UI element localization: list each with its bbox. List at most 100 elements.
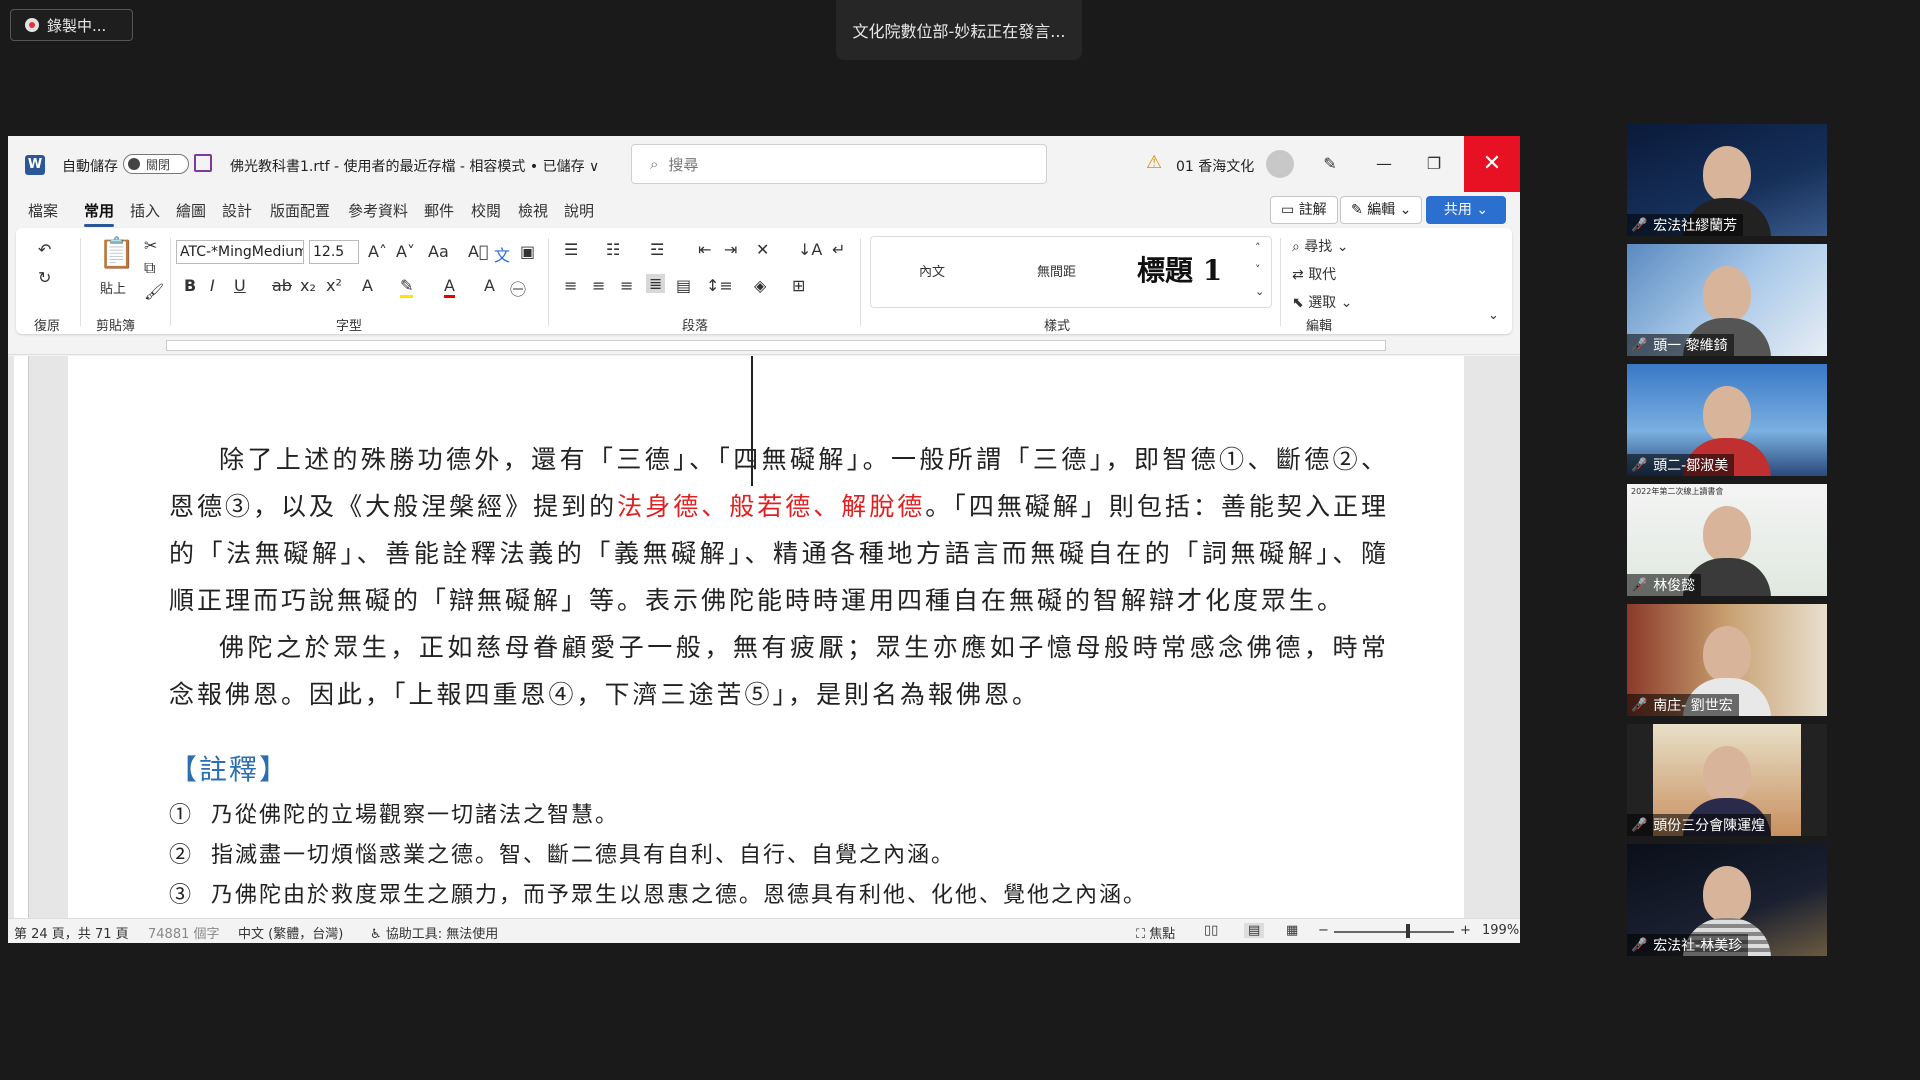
redo-icon[interactable]: ↻ — [38, 268, 51, 287]
justify-icon[interactable]: ≣ — [646, 274, 666, 293]
bullets-icon[interactable]: ☰ — [564, 240, 578, 259]
align-center-icon[interactable]: ≡ — [592, 276, 605, 295]
highlight-icon[interactable]: ✎ — [400, 276, 414, 298]
body-text[interactable]: 除了上述的殊勝功德外，還有「三德」、「四無礙解」。一般所謂「三德」，即智德①、斷… — [169, 436, 1389, 718]
designer-icon[interactable]: ✎ — [1310, 146, 1350, 182]
notes-heading[interactable]: 【註釋】 — [169, 748, 289, 788]
zoom-slider-handle[interactable] — [1406, 924, 1410, 938]
distributed-icon[interactable]: ▤ — [676, 276, 691, 295]
language-indicator[interactable]: 中文 (繁體，台灣) — [238, 923, 343, 942]
bold-icon[interactable]: B — [184, 276, 196, 295]
recording-indicator[interactable]: 錄製中... — [10, 9, 133, 41]
font-color-icon[interactable]: A — [444, 276, 455, 298]
collapse-ribbon-icon[interactable]: ⌄ — [1488, 308, 1499, 323]
tab-insert[interactable]: 插入 — [130, 200, 160, 221]
note-item[interactable]: ① 乃從佛陀的立場觀察一切諸法之智慧。 — [169, 796, 1147, 836]
restore-icon[interactable]: ❐ — [1414, 146, 1454, 182]
tab-file[interactable]: 檔案 — [28, 200, 58, 221]
subscript-icon[interactable]: x₂ — [300, 276, 316, 295]
accessibility-status[interactable]: ♿ 協助工具: 無法使用 — [370, 923, 498, 942]
participant-tile[interactable]: 🎤̸ 南庄- 劉世宏 — [1627, 604, 1827, 716]
replace-button[interactable]: ⇄ 取代 — [1292, 264, 1336, 284]
change-case-icon[interactable]: Aa — [428, 242, 449, 261]
show-marks-icon[interactable]: ↵ — [832, 240, 845, 259]
style-no-spacing[interactable]: 無間距 — [1037, 261, 1076, 280]
focus-mode-button[interactable]: ⛶ 焦點 — [1136, 923, 1175, 942]
text-effects-icon[interactable]: A — [362, 276, 373, 295]
format-painter-icon[interactable]: 🖌 — [144, 282, 164, 301]
character-shading-icon[interactable]: A — [484, 276, 495, 295]
avatar[interactable] — [1266, 150, 1294, 178]
tab-references[interactable]: 參考資料 — [348, 200, 408, 221]
align-right-icon[interactable]: ≡ — [620, 276, 633, 295]
superscript-icon[interactable]: x² — [326, 276, 342, 295]
grow-font-icon[interactable]: A˄ — [368, 242, 387, 261]
participant-tile[interactable]: 🎤̸ 宏法社繆蘭芳 — [1627, 124, 1827, 236]
chevron-up-icon[interactable]: ˄ — [1255, 241, 1261, 254]
borders-icon[interactable]: ⊞ — [792, 276, 805, 295]
comments-button[interactable]: ▭ 註解 — [1270, 196, 1338, 224]
account-name[interactable]: 01 香海文化 — [1176, 156, 1254, 176]
paste-icon[interactable]: 📋 — [98, 236, 135, 271]
increase-indent-icon[interactable]: ⇥ — [724, 240, 737, 259]
vertical-ruler[interactable] — [14, 356, 29, 918]
document-page[interactable]: 除了上述的殊勝功德外，還有「三德」、「四無礙解」。一般所謂「三德」，即智德①、斷… — [68, 356, 1464, 918]
tab-layout[interactable]: 版面配置 — [270, 200, 330, 221]
shading-icon[interactable]: ◈ — [754, 276, 766, 295]
autosave-toggle[interactable]: 關閉 — [123, 154, 189, 174]
decrease-indent-icon[interactable]: ⇤ — [698, 240, 711, 259]
italic-icon[interactable]: I — [210, 276, 215, 295]
read-mode-icon[interactable]: ▯▯ — [1204, 923, 1218, 938]
zoom-slider[interactable] — [1334, 931, 1454, 933]
print-layout-icon[interactable]: ▤ — [1244, 923, 1265, 938]
line-spacing-icon[interactable]: ↕≡ — [706, 276, 733, 295]
cut-icon[interactable]: ✂ — [144, 236, 157, 255]
participant-tile[interactable]: 🎤̸ 宏法社-林美珍 — [1627, 844, 1827, 956]
paragraph-2[interactable]: 佛陀之於眾生，正如慈母眷顧愛子一般，無有疲厭；眾生亦應如子憶母般時常感念佛德，時… — [169, 624, 1389, 718]
tab-design[interactable]: 設計 — [222, 200, 252, 221]
align-left-icon[interactable]: ≡ — [564, 276, 577, 295]
word-count[interactable]: 74881 個字 — [148, 923, 220, 942]
tab-review[interactable]: 校閱 — [471, 200, 501, 221]
underline-icon[interactable]: U — [234, 276, 246, 295]
numbering-icon[interactable]: ☷ — [606, 240, 620, 259]
copy-icon[interactable]: ⧉ — [144, 258, 155, 278]
document-area[interactable]: 除了上述的殊勝功德外，還有「三德」、「四無礙解」。一般所謂「三德」，即智德①、斷… — [8, 356, 1520, 918]
tab-view[interactable]: 檢視 — [518, 200, 548, 221]
paragraph-1[interactable]: 除了上述的殊勝功德外，還有「三德」、「四無礙解」。一般所謂「三德」，即智德①、斷… — [169, 436, 1389, 624]
tab-home[interactable]: 常用 — [84, 200, 115, 227]
zoom-in-icon[interactable]: + — [1460, 923, 1471, 938]
zoom-out-icon[interactable]: − — [1318, 923, 1329, 938]
sort-icon[interactable]: ↓A — [798, 240, 822, 259]
multilevel-list-icon[interactable]: ☲ — [650, 240, 664, 259]
chevron-down-icon[interactable]: ˅ — [1255, 263, 1261, 276]
tab-mailings[interactable]: 郵件 — [424, 200, 454, 221]
share-button[interactable]: 共用 ⌄ — [1426, 196, 1506, 224]
horizontal-ruler[interactable] — [8, 338, 1520, 355]
search-box[interactable]: ⌕ 搜尋 — [631, 144, 1047, 184]
participant-tile[interactable]: 🎤̸ 頭二-鄒淑美 — [1627, 364, 1827, 476]
clear-format-icon[interactable]: A⃠ — [468, 242, 489, 261]
document-title[interactable]: 佛光教科書1.rtf - 使用者的最近存檔 - 相容模式 • 已儲存 ∨ — [230, 156, 599, 176]
participant-tile[interactable]: 🎤̸ 頭份三分會陳運煌 — [1627, 724, 1827, 836]
participant-tile[interactable]: 2022年第二次線上讀書會 🎤̸ 林俊懿 — [1627, 484, 1827, 596]
zoom-level[interactable]: 199% — [1482, 923, 1519, 938]
phonetic-guide-icon[interactable]: 文 — [494, 242, 510, 266]
editing-mode-button[interactable]: ✎ 編輯 ⌄ — [1340, 196, 1423, 224]
warning-icon[interactable]: ⚠ — [1146, 152, 1162, 173]
close-button[interactable]: ✕ — [1464, 136, 1520, 192]
tab-draw[interactable]: 繪圖 — [176, 200, 206, 221]
styles-more-icon[interactable]: ⌄ — [1255, 285, 1264, 298]
web-layout-icon[interactable]: ▦ — [1286, 923, 1298, 938]
select-button[interactable]: ⬉ 選取 ⌄ — [1292, 292, 1352, 312]
page-count[interactable]: 第 24 頁，共 71 頁 — [14, 923, 129, 942]
tab-help[interactable]: 說明 — [564, 200, 594, 221]
find-button[interactable]: ⌕ 尋找 ⌄ — [1292, 236, 1348, 256]
participant-tile[interactable]: 🎤̸ 頭一 黎維錡 — [1627, 244, 1827, 356]
undo-icon[interactable]: ↶ — [38, 240, 51, 259]
note-item[interactable]: ③ 乃佛陀由於救度眾生之願力，而予眾生以恩惠之德。恩德具有利他、化他、覺他之內涵… — [169, 876, 1147, 916]
style-heading1[interactable]: 標題 1 — [1137, 249, 1222, 289]
enclose-character-icon[interactable]: ㊀ — [510, 276, 526, 300]
note-item[interactable]: ② 指滅盡一切煩惱惑業之德。智、斷二德具有自利、自行、自覺之內涵。 — [169, 836, 1147, 876]
asian-layout-icon[interactable]: ✕ — [756, 240, 769, 259]
